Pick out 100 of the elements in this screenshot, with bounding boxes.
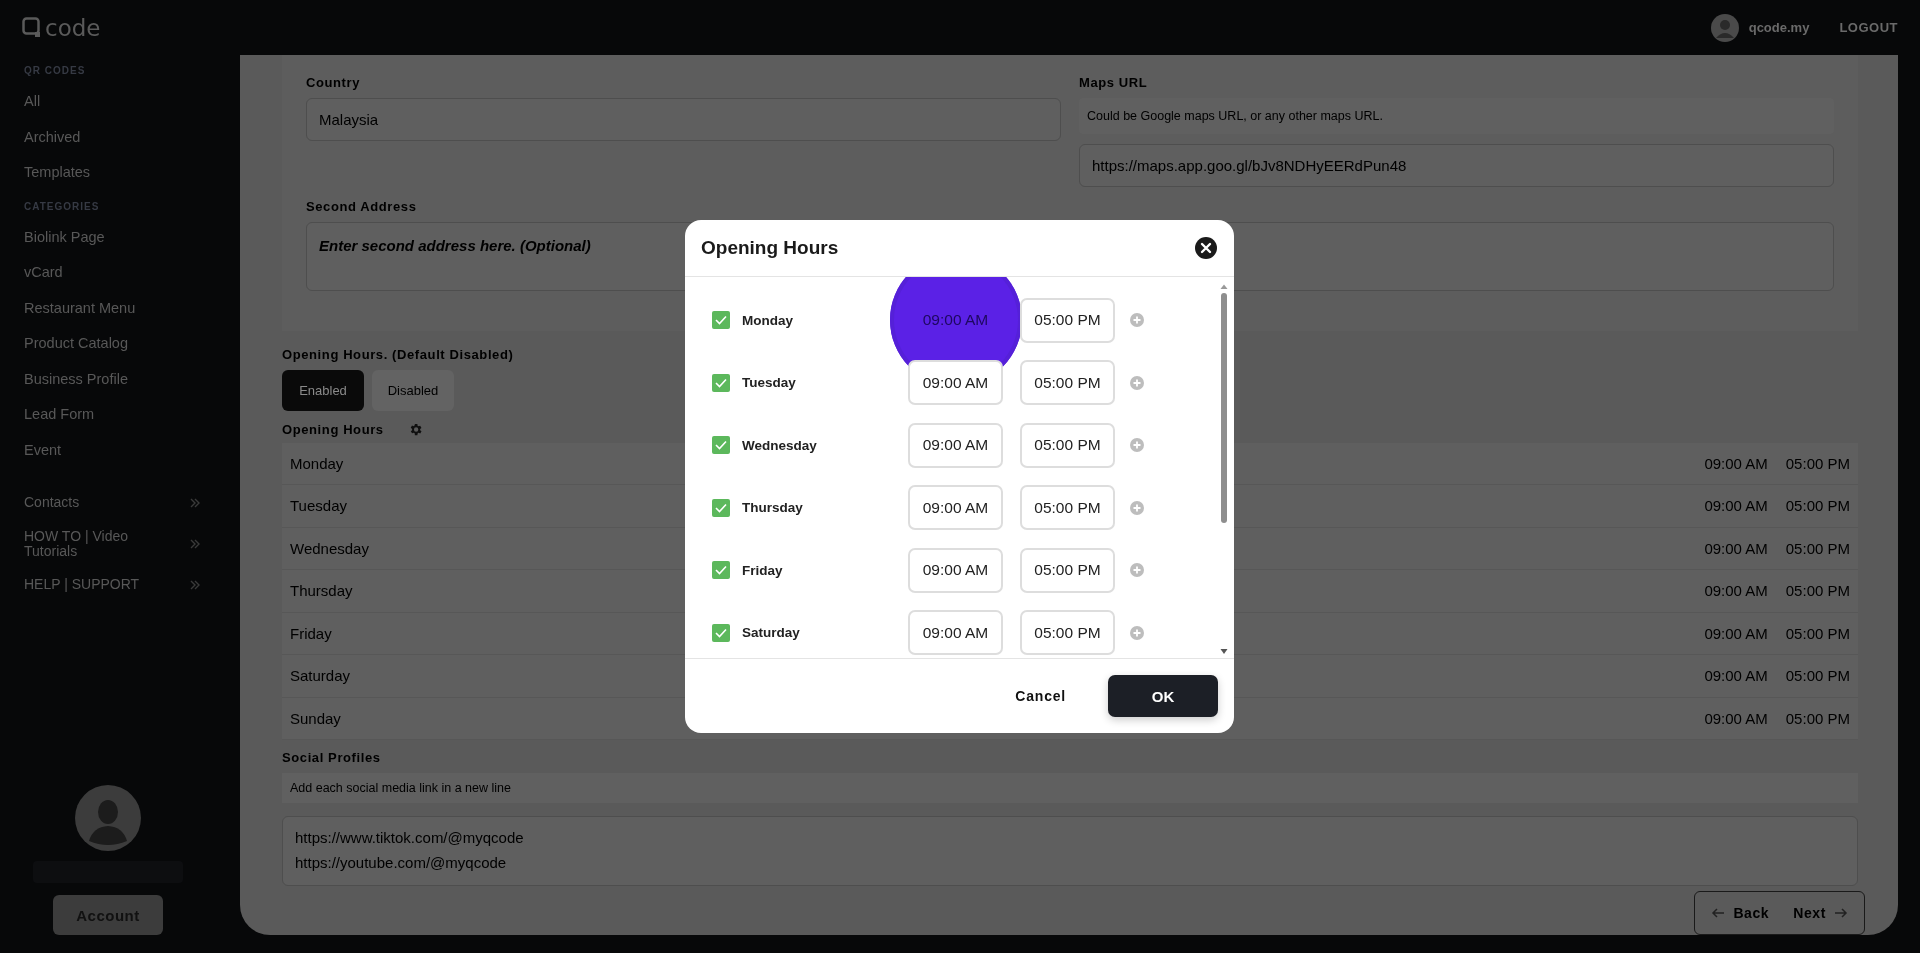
time-field[interactable]: 09:00 AM <box>908 422 1003 468</box>
day-label: Thursday <box>742 500 804 516</box>
time-text: 05:00 PM <box>1785 582 1850 600</box>
checkbox[interactable] <box>712 436 730 455</box>
time-field[interactable]: 05:00 PM <box>1020 297 1115 343</box>
day-text: Thursday <box>290 582 353 600</box>
check-icon <box>715 315 727 326</box>
time-field[interactable]: 09:00 AM <box>908 360 1003 406</box>
day-text: Saturday <box>290 667 351 685</box>
check-icon <box>715 440 727 451</box>
day-text: Wednesday <box>290 539 369 557</box>
avatar-icon <box>75 785 141 851</box>
toggle-button[interactable]: Disabled <box>372 370 454 411</box>
sidebar-link[interactable]: HELP | SUPPORT <box>24 564 200 605</box>
close-icon[interactable] <box>1195 237 1217 259</box>
sidebar-item[interactable]: All <box>24 84 240 120</box>
scrollbar[interactable] <box>1220 283 1228 656</box>
add-icon[interactable] <box>1130 313 1144 328</box>
social-links-field[interactable]: https://www.tiktok.com/@myqcode https://youtube.com/@myqcode <box>282 816 1858 886</box>
time-text: 09:00 AM <box>1704 539 1768 557</box>
check-icon <box>715 377 727 388</box>
sidebar-item[interactable]: vCard <box>24 255 240 291</box>
ok-button[interactable]: OK <box>1108 675 1218 717</box>
double-chevron-icon <box>190 497 200 508</box>
time-text: 09:00 AM <box>1704 454 1768 472</box>
time-text: 05:00 PM <box>1785 497 1850 515</box>
add-icon[interactable] <box>1130 625 1144 640</box>
maps-url-field[interactable]: https://maps.app.goo.gl/bJv8NDHyEERdPun48 <box>1079 144 1834 187</box>
time-field[interactable]: 05:00 PM <box>1020 547 1115 593</box>
country-field[interactable]: Malaysia <box>306 98 1061 141</box>
time-field[interactable]: 09:00 AM <box>908 610 1003 656</box>
arrow-right-icon <box>1834 908 1848 918</box>
checkbox[interactable] <box>712 561 730 580</box>
sidebar-link[interactable]: Contacts <box>24 482 200 523</box>
check-icon <box>715 502 727 513</box>
time-field[interactable]: 09:00 AM <box>908 547 1003 593</box>
checkbox[interactable] <box>712 311 730 330</box>
time-text: 05:00 PM <box>1785 539 1850 557</box>
sidebar-item[interactable]: Biolink Page <box>24 219 240 255</box>
day-label: Friday <box>742 562 784 578</box>
time-text: 05:00 PM <box>1785 624 1850 642</box>
next-button[interactable]: Next <box>1793 905 1848 921</box>
day-label: Tuesday <box>742 375 797 391</box>
field-label: Maps URL <box>1079 74 1149 92</box>
logout-link[interactable]: LOGOUT <box>1839 20 1898 35</box>
section-heading: CATEGORIES <box>24 200 101 212</box>
section-heading: QR CODES <box>24 65 87 76</box>
field-label: Second Address <box>306 198 418 216</box>
time-field[interactable]: 05:00 PM <box>1020 422 1115 468</box>
time-text: 09:00 AM <box>1704 624 1768 642</box>
day-text: Sunday <box>290 709 341 727</box>
add-icon[interactable] <box>1130 438 1144 453</box>
checkbox[interactable] <box>712 498 730 517</box>
back-button[interactable]: Back <box>1711 905 1770 921</box>
time-text: 09:00 AM <box>1704 497 1768 515</box>
arrow-left-icon <box>1711 908 1726 918</box>
time-text: 09:00 AM <box>1704 667 1768 685</box>
field-label: Opening Hours. (Default Disabled) <box>282 346 515 364</box>
add-icon[interactable] <box>1130 563 1144 578</box>
field-label: Social Profiles <box>282 749 382 767</box>
time-field[interactable]: 09:00 AM <box>908 297 1003 343</box>
day-label: Wednesday <box>742 437 818 453</box>
sidebar-item[interactable]: Event <box>24 432 240 468</box>
cancel-button[interactable]: Cancel <box>1009 687 1072 705</box>
time-field[interactable]: 05:00 PM <box>1020 610 1115 656</box>
field-hint: Add each social media link in a new line <box>282 773 1858 803</box>
add-icon[interactable] <box>1130 500 1144 515</box>
time-text: 09:00 AM <box>1704 582 1768 600</box>
sidebar-link[interactable]: HOW TO | Video Tutorials <box>24 523 200 564</box>
sidebar-item[interactable]: Lead Form <box>24 397 240 433</box>
time-text: 09:00 AM <box>1704 709 1768 727</box>
field-label: Country <box>306 74 362 92</box>
checkbox[interactable] <box>712 373 730 392</box>
time-field[interactable]: 05:00 PM <box>1020 360 1115 406</box>
sidebar-item[interactable]: Archived <box>24 119 240 155</box>
time-text: 05:00 PM <box>1785 709 1850 727</box>
day-text: Monday <box>290 454 344 472</box>
check-icon <box>715 565 727 576</box>
double-chevron-icon <box>190 538 200 549</box>
sidebar-item[interactable]: Business Profile <box>24 361 240 397</box>
sidebar-item[interactable]: Templates <box>24 155 240 191</box>
modal-title: Opening Hours <box>701 237 839 259</box>
avatar-icon <box>1710 13 1739 42</box>
checkbox[interactable] <box>712 623 730 642</box>
logo-text: code <box>45 14 101 41</box>
time-field[interactable]: 09:00 AM <box>908 485 1003 531</box>
time-text: 05:00 PM <box>1785 454 1850 472</box>
logo-icon <box>22 16 42 39</box>
section-title: Opening Hours <box>282 420 384 439</box>
add-icon[interactable] <box>1130 375 1144 390</box>
toggle-button[interactable]: Enabled <box>282 370 364 411</box>
double-chevron-icon <box>190 579 200 590</box>
sidebar-item[interactable]: Restaurant Menu <box>24 290 240 326</box>
day-text: Tuesday <box>290 497 347 515</box>
user-link[interactable]: qcode.my <box>1748 20 1810 35</box>
check-icon <box>715 627 727 638</box>
time-field[interactable]: 05:00 PM <box>1020 485 1115 531</box>
sidebar-item[interactable]: Product Catalog <box>24 326 240 362</box>
day-text: Friday <box>290 624 332 642</box>
day-label: Monday <box>742 312 794 328</box>
